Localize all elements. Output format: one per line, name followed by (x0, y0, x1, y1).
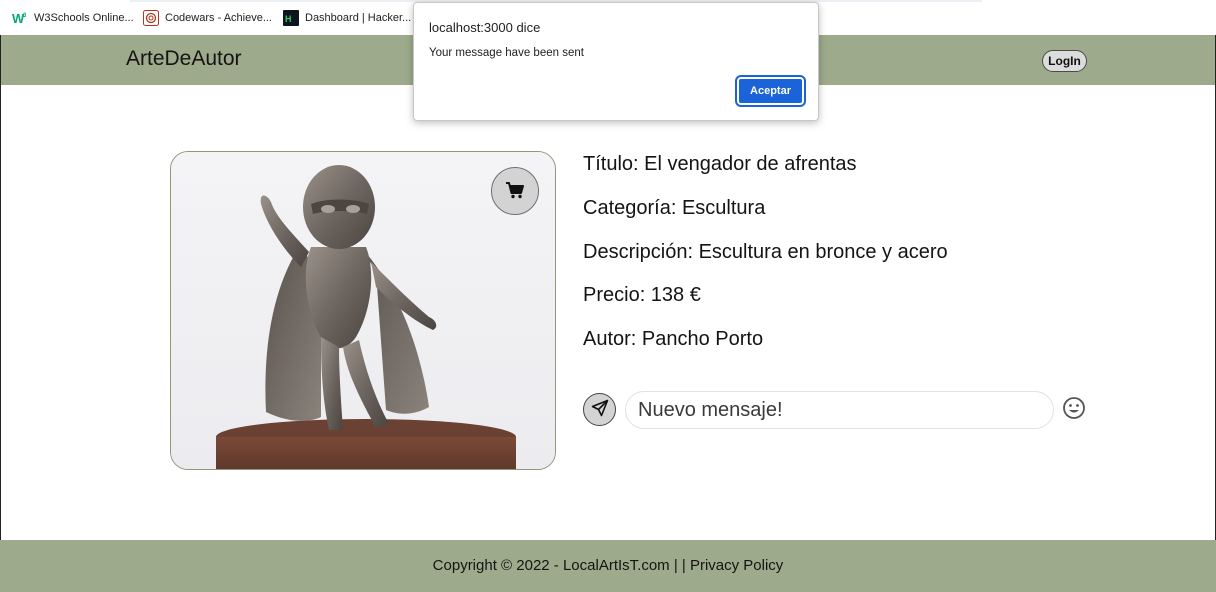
add-to-cart-button[interactable] (491, 167, 539, 215)
page-border-left (0, 35, 1, 592)
product-author: Autor: Pancho Porto (583, 328, 764, 350)
bookmark-label: W3Schools Online... (34, 12, 134, 24)
hackerrank-icon: H (283, 10, 299, 26)
footer-copyright: Copyright © 2022 - LocalArtIsT.com | | P… (432, 557, 784, 574)
bookmark-label: Dashboard | Hacker... (305, 12, 412, 24)
alert-dialog: localhost:3000 dice Your message have be… (413, 2, 819, 121)
bookmark-w3schools[interactable]: W3 W3Schools Online... (12, 9, 134, 27)
product-price: Precio: 138 € (583, 284, 701, 306)
footer: Copyright © 2022 - LocalArtIsT.com | | P… (0, 540, 1216, 592)
svg-text:H: H (285, 14, 292, 24)
dialog-title: localhost:3000 dice (429, 20, 541, 35)
bookmark-label: Codewars - Achieve... (165, 12, 272, 24)
message-input[interactable] (625, 391, 1054, 429)
codewars-icon (143, 10, 159, 26)
dialog-message: Your message have been sent (429, 47, 584, 59)
svg-text:3: 3 (23, 13, 27, 19)
emoji-icon[interactable] (1062, 396, 1086, 420)
bookmark-hackerrank[interactable]: H Dashboard | Hacker... (283, 9, 411, 27)
product-category: Categoría: Escultura (583, 197, 766, 219)
product-description: Descripción: Escultura en bronce y acero (583, 241, 948, 263)
send-message-button[interactable] (583, 393, 616, 426)
cart-icon (505, 181, 525, 202)
w3schools-icon: W3 (12, 10, 28, 26)
brand-logo[interactable]: ArteDeAutor (126, 47, 242, 71)
bookmark-codewars[interactable]: Codewars - Achieve... (143, 9, 272, 27)
login-button[interactable]: LogIn (1042, 50, 1087, 72)
paper-plane-icon (591, 399, 609, 420)
product-image-card (170, 151, 556, 470)
product-title: Título: El vengador de afrentas (583, 153, 857, 175)
dialog-accept-button[interactable]: Aceptar (735, 75, 806, 107)
